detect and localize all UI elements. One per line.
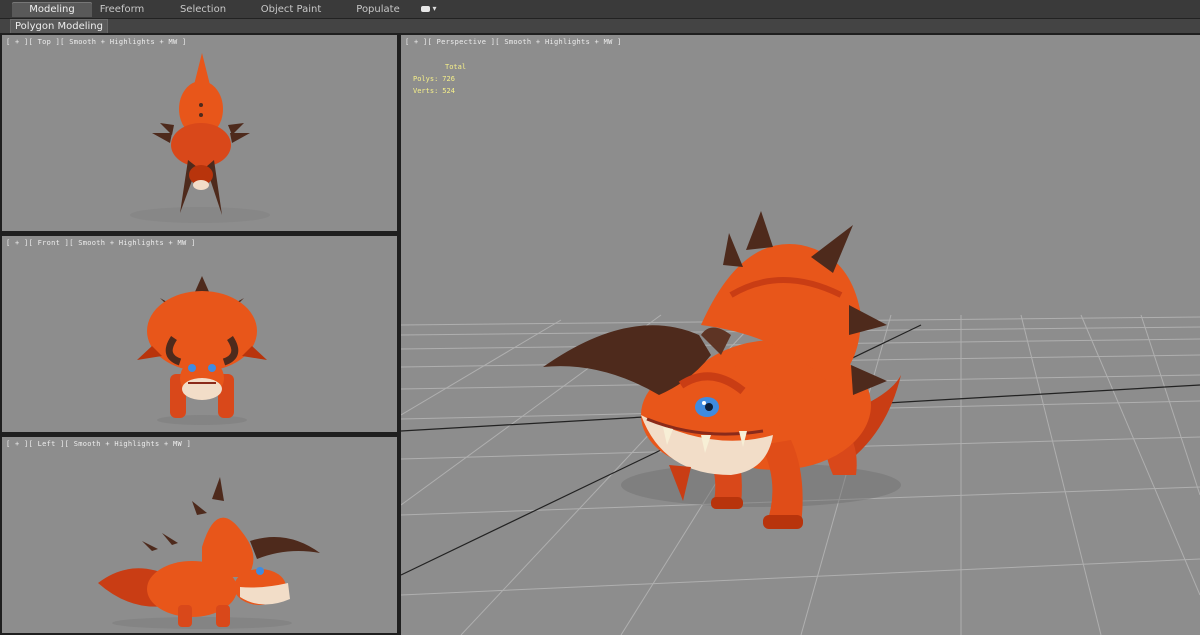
viewport-top[interactable]: [ + ][ Top ][ Smooth + Highlights + MW ] bbox=[2, 35, 397, 231]
viewport-perspective[interactable]: [ + ][ Perspective ][ Smooth + Highlight… bbox=[401, 35, 1200, 635]
creature-top-view bbox=[130, 53, 270, 223]
tab-selection[interactable]: Selection bbox=[173, 2, 233, 17]
viewport-front[interactable]: [ + ][ Front ][ Smooth + Highlights + MW… bbox=[2, 236, 397, 432]
tab-object-paint[interactable]: Object Paint bbox=[256, 2, 326, 17]
viewport-workspace: [ + ][ Top ][ Smooth + Highlights + MW ]… bbox=[0, 33, 1200, 635]
ribbon-tab-bar: Modeling Freeform Selection Object Paint… bbox=[0, 0, 1200, 19]
tab-polygon-modeling[interactable]: Polygon Modeling bbox=[10, 19, 108, 33]
toggle-dropdown-icon[interactable]: ▾ bbox=[421, 3, 439, 15]
tab-freeform[interactable]: Freeform bbox=[94, 2, 150, 17]
ribbon-panel: Polygon Modeling bbox=[0, 19, 1200, 33]
tab-populate[interactable]: Populate bbox=[350, 2, 406, 17]
creature-front-view bbox=[137, 276, 267, 425]
tab-modeling[interactable]: Modeling bbox=[12, 2, 92, 17]
viewport-left[interactable]: [ + ][ Left ][ Smooth + Highlights + MW … bbox=[2, 437, 397, 633]
creature-perspective-view bbox=[543, 211, 901, 529]
creature-left-view bbox=[98, 477, 320, 629]
